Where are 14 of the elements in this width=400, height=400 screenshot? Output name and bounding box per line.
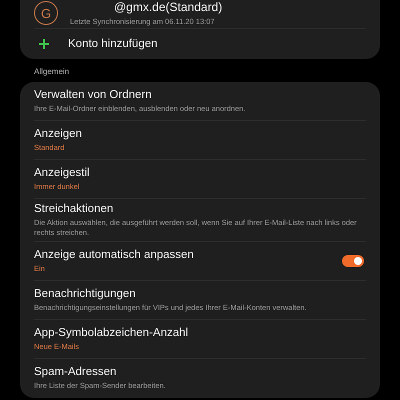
toggle-switch[interactable] (342, 255, 364, 267)
section-header: Allgemein (34, 67, 70, 76)
setting-title[interactable]: Anzeige automatisch anpassen (34, 248, 342, 261)
setting-title[interactable]: Verwalten von Ordnern (34, 88, 366, 101)
setting-title[interactable]: Benachrichtigungen (34, 288, 366, 300)
account-email[interactable]: @gmx.de(Standard) (70, 0, 222, 14)
add-account-button[interactable]: Konto hinzufügen (34, 29, 158, 59)
setting-title[interactable]: Anzeigen (34, 128, 366, 140)
setting-title[interactable]: Anzeigestil (34, 166, 366, 179)
setting-title[interactable]: Spam-Adressen (34, 366, 366, 378)
account-avatar: G (34, 1, 58, 25)
setting-title[interactable]: App-Symbolabzeichen-Anzahl (34, 326, 366, 339)
setting-title[interactable]: Streichaktionen (34, 203, 366, 215)
plus-icon (38, 38, 50, 50)
